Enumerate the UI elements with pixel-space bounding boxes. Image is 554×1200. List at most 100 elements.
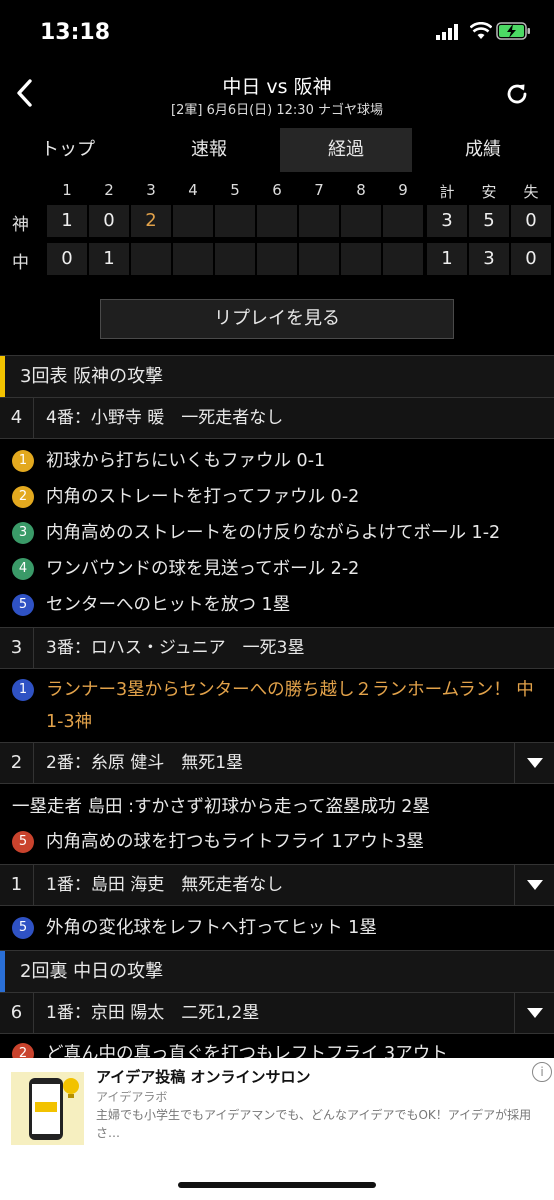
scoreboard-column-header: 1	[62, 181, 72, 199]
pitch-count-badge: 1	[12, 679, 34, 701]
batter-info: 4番：小野寺 暖 一死走者なし	[46, 408, 284, 428]
scoreboard-column-header: 3	[146, 181, 156, 199]
play-text: 初球から打ちにいくもファウル 0-1	[46, 451, 326, 471]
score-cell: 3	[427, 205, 467, 237]
ad-description: 主婦でも小学生でもアイデアマンでも、どんなアイデアでもOK！アイデアが採用さ…	[96, 1108, 532, 1140]
scoreboard-column-header: 計	[439, 183, 455, 201]
score-cell	[341, 205, 381, 237]
wifi-icon	[470, 22, 492, 39]
pitch-count-badge: 5	[12, 594, 34, 616]
play-item: 4 ワンバウンドの球を見送ってボール 2-2	[0, 551, 554, 587]
inning-accent	[0, 356, 5, 398]
scoreboard-column-header: 7	[314, 181, 324, 199]
score-cell: 0	[511, 205, 551, 237]
scoreboard-column-header: 6	[272, 181, 282, 199]
play-text: 内角のストレートを打ってファウル 0-2	[46, 487, 360, 507]
pitch-count-badge: 2	[12, 486, 34, 508]
inning-accent	[0, 951, 5, 993]
score-cell: 2	[131, 205, 171, 237]
play-item: 1 ランナー3塁からセンターへの勝ち越し２ランホームラン！ 中1-3神	[0, 674, 554, 738]
batting-order: 1	[0, 865, 34, 905]
team-label: 中	[12, 253, 29, 273]
game-info: [2軍] 6月6日(日) 12:30 ナゴヤ球場	[171, 103, 383, 118]
play-item: 3 内角高めのストレートをのけ反りながらよけてボール 1-2	[0, 515, 554, 551]
cellular-signal-icon	[436, 24, 458, 40]
scoreboard-column-header: 9	[398, 181, 408, 199]
team-label: 神	[12, 215, 29, 235]
batter-info: 1番：島田 海吏 無死走者なし	[46, 875, 284, 895]
pitch-count-badge: 3	[12, 522, 34, 544]
caret-down-icon	[527, 1008, 543, 1018]
pitch-count-badge: 5	[12, 917, 34, 939]
batting-order: 4	[0, 398, 34, 438]
scoreboard-column-header: 2	[104, 181, 114, 199]
pitch-count-badge: 2	[12, 1043, 34, 1058]
batting-order: 2	[0, 743, 34, 783]
play-item: 5 外角の変化球をレフトへ打ってヒット 1塁	[0, 910, 554, 946]
ad-source: アイデアラボ	[96, 1090, 168, 1104]
score-cell	[131, 243, 171, 275]
page-title: 中日 vs 阪神	[222, 76, 332, 98]
play-item: 5 センターへのヒットを放つ 1塁	[0, 587, 554, 623]
expand-toggle[interactable]	[514, 865, 554, 905]
score-cell	[299, 243, 339, 275]
score-cell: 5	[469, 205, 509, 237]
batter-row[interactable]: 6 1番：京田 陽太 二死1,2塁	[0, 992, 554, 1034]
pitch-count-badge: 4	[12, 558, 34, 580]
play-text: ランナー3塁からセンターへの勝ち越し２ランホームラン！ 中1-3神	[46, 680, 534, 732]
batter-row: 3 3番：ロハス・ジュニア 一死3塁	[0, 627, 554, 669]
ad-thumbnail[interactable]	[11, 1072, 84, 1145]
caret-down-icon	[527, 880, 543, 890]
play-text: 内角高めのストレートをのけ反りながらよけてボール 1-2	[46, 523, 501, 543]
score-cell: 1	[47, 205, 87, 237]
pitch-count-badge: 1	[12, 450, 34, 472]
play-item: 2 ど真ん中の真っ直ぐを打つもレフトフライ 3アウト	[0, 1038, 554, 1058]
expand-toggle[interactable]	[514, 993, 554, 1033]
refresh-icon[interactable]	[504, 81, 530, 107]
scoreboard-column-header: 4	[188, 181, 198, 199]
tab-stats[interactable]: 成績	[416, 128, 550, 172]
inning-label: 2回裏 中日の攻撃	[20, 961, 164, 982]
phone-lightbulb-icon	[29, 1078, 79, 1140]
battery-charging-icon	[496, 22, 530, 40]
scoreboard-column-header: 安	[481, 183, 497, 201]
runner-note: 一塁走者 島田 :すかさず初球から走って盗塁成功 2塁	[12, 797, 430, 817]
home-indicator	[178, 1182, 376, 1188]
inning-label: 3回表 阪神の攻撃	[20, 366, 164, 387]
play-item: 1 初球から打ちにいくもファウル 0-1	[0, 443, 554, 479]
play-item: 5 内角高めの球を打つもライトフライ 1アウト3塁	[0, 824, 554, 860]
batter-info: 2番：糸原 健斗 無死1塁	[46, 753, 244, 773]
score-cell: 3	[469, 243, 509, 275]
score-cell	[173, 205, 213, 237]
status-time: 13:18	[40, 20, 111, 45]
score-cell	[383, 243, 423, 275]
score-cell: 1	[427, 243, 467, 275]
play-text: センターへのヒットを放つ 1塁	[46, 595, 291, 615]
scoreboard-column-header: 失	[523, 183, 539, 201]
score-cell	[383, 205, 423, 237]
play-text: ど真ん中の真っ直ぐを打つもレフトフライ 3アウト	[46, 1044, 448, 1058]
tab-top[interactable]: トップ	[0, 128, 136, 172]
score-cell: 1	[89, 243, 129, 275]
score-cell	[341, 243, 381, 275]
ad-info-icon[interactable]: i	[532, 1062, 552, 1082]
play-text: ワンバウンドの球を見送ってボール 2-2	[46, 559, 360, 579]
inning-header: 3回表 阪神の攻撃	[0, 355, 554, 399]
batter-row: 4 4番：小野寺 暖 一死走者なし	[0, 397, 554, 439]
score-cell	[215, 243, 255, 275]
play-text: 内角高めの球を打つもライトフライ 1アウト3塁	[46, 832, 424, 852]
play-text: 外角の変化球をレフトへ打ってヒット 1塁	[46, 918, 377, 938]
pitch-count-badge: 5	[12, 831, 34, 853]
tab-progress[interactable]: 経過	[280, 128, 412, 172]
scoreboard-column-header: 8	[356, 181, 366, 199]
replay-button[interactable]: リプレイを見る	[100, 299, 454, 339]
ad-title[interactable]: アイデア投稿 オンラインサロン	[96, 1066, 310, 1087]
batter-info: 1番：京田 陽太 二死1,2塁	[46, 1003, 260, 1023]
batter-row[interactable]: 1 1番：島田 海吏 無死走者なし	[0, 864, 554, 906]
batter-info: 3番：ロハス・ジュニア 一死3塁	[46, 638, 305, 658]
batter-row[interactable]: 2 2番：糸原 健斗 無死1塁	[0, 742, 554, 784]
batting-order: 3	[0, 628, 34, 668]
scoreboard-column-header: 5	[230, 181, 240, 199]
tab-live[interactable]: 速報	[142, 128, 276, 172]
expand-toggle[interactable]	[514, 743, 554, 783]
